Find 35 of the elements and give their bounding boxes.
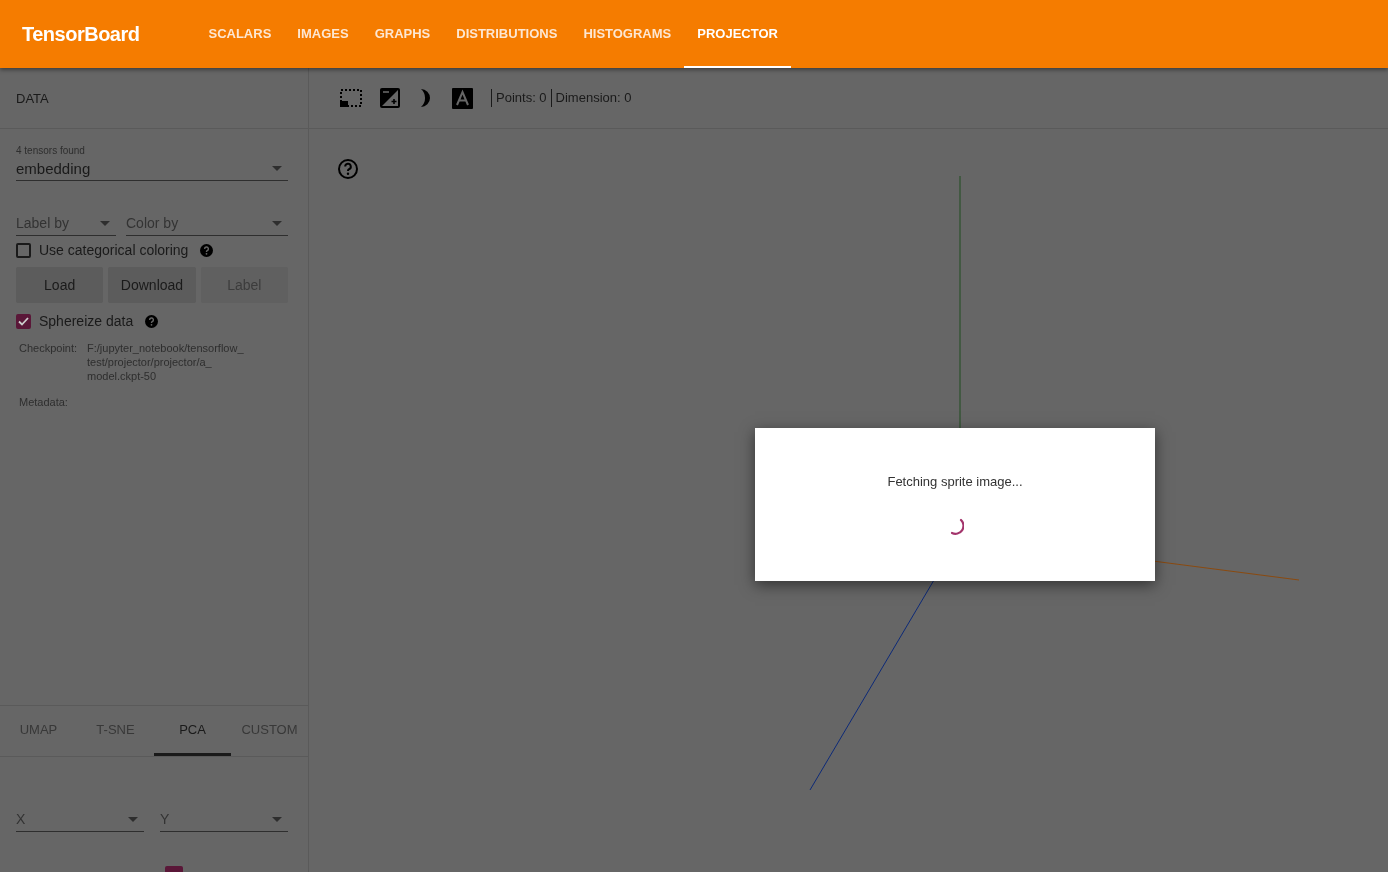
help-icon xyxy=(200,243,214,257)
caret-icon xyxy=(100,220,110,226)
help-icon[interactable] xyxy=(338,159,358,179)
nav-tab[interactable]: PROJECTOR xyxy=(684,0,791,68)
checkbox[interactable] xyxy=(16,242,31,258)
section-heading: DATA xyxy=(16,90,49,106)
caret-icon xyxy=(128,816,138,822)
dimension-count: Dimension: 0 xyxy=(550,89,636,107)
caret-icon xyxy=(272,220,282,226)
text-label-icon[interactable] xyxy=(452,87,473,109)
action-button[interactable]: Load xyxy=(16,267,104,303)
nav-tab[interactable]: SCALARS xyxy=(195,0,285,68)
help-icon xyxy=(145,314,159,328)
checkbox[interactable] xyxy=(16,313,31,329)
loading-message: Fetching sprite image... xyxy=(887,474,1023,489)
brightness-icon[interactable] xyxy=(380,88,400,108)
action-button[interactable]: Download xyxy=(108,267,196,303)
projection-tab[interactable]: PCA xyxy=(154,706,231,756)
info-key: Checkpoint: xyxy=(19,341,87,383)
info-value: F:/jupyter_notebook/tensorflow_ test/projector/projector/a_ model.ckpt-50 xyxy=(87,341,245,383)
tensor-dropdown[interactable]: embedding xyxy=(16,156,288,181)
nav-tab[interactable]: IMAGES xyxy=(284,0,362,68)
caret-icon xyxy=(272,165,282,171)
nav-tab[interactable]: GRAPHS xyxy=(361,0,444,68)
info-key: Metadata: xyxy=(19,395,87,409)
app-title: TensorBoard xyxy=(22,22,140,46)
checkbox-label: Use categorical coloring xyxy=(39,242,189,258)
checkbox[interactable] xyxy=(165,866,183,872)
points-count: Points: 0 xyxy=(491,89,551,107)
nav-tab[interactable]: DISTRIBUTIONS xyxy=(443,0,571,68)
checkbox-label: Sphereize data xyxy=(39,313,134,329)
checkmark-icon xyxy=(18,316,29,326)
nav-tab[interactable]: HISTOGRAMS xyxy=(570,0,685,68)
caret-icon xyxy=(272,816,282,822)
selection-icon[interactable] xyxy=(340,89,362,107)
